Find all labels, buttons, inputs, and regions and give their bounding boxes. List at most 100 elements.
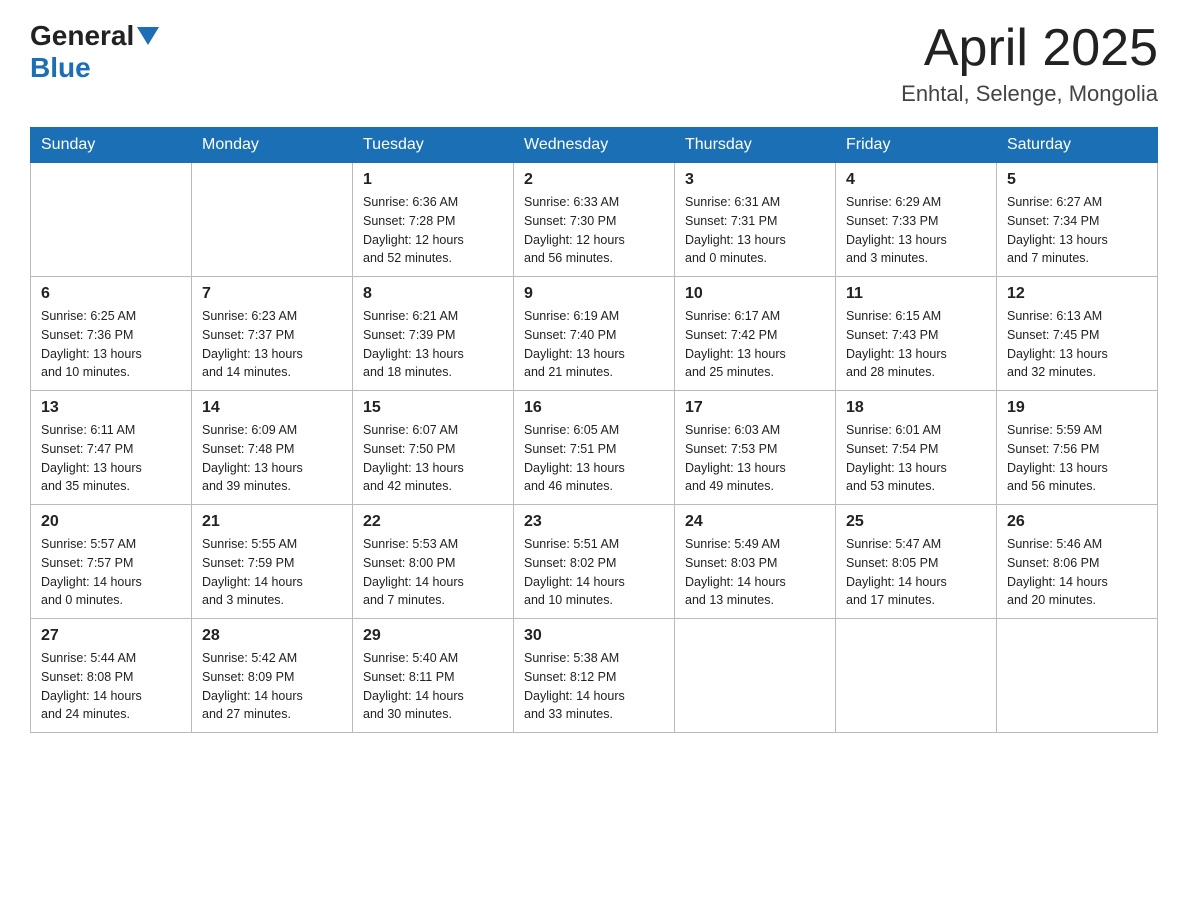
calendar-day-10: 10 Sunrise: 6:17 AM Sunset: 7:42 PM Dayli… — [675, 277, 836, 391]
calendar-week-row: 27 Sunrise: 5:44 AM Sunset: 8:08 PM Dayli… — [31, 619, 1158, 733]
day-number: 16 — [524, 399, 664, 417]
day-info: Sunrise: 6:21 AM Sunset: 7:39 PM Dayligh… — [363, 307, 503, 382]
day-number: 30 — [524, 627, 664, 645]
calendar-header-sunday: Sunday — [31, 128, 192, 163]
calendar-day-12: 12 Sunrise: 6:13 AM Sunset: 7:45 PM Dayli… — [997, 277, 1158, 391]
day-info: Sunrise: 5:59 AM Sunset: 7:56 PM Dayligh… — [1007, 421, 1147, 496]
calendar-day-6: 6 Sunrise: 6:25 AM Sunset: 7:36 PM Daylig… — [31, 277, 192, 391]
calendar-header-monday: Monday — [192, 128, 353, 163]
calendar-empty-cell — [836, 619, 997, 733]
day-info: Sunrise: 5:38 AM Sunset: 8:12 PM Dayligh… — [524, 649, 664, 724]
day-number: 29 — [363, 627, 503, 645]
calendar-header-row: SundayMondayTuesdayWednesdayThursdayFrid… — [31, 128, 1158, 163]
calendar-day-9: 9 Sunrise: 6:19 AM Sunset: 7:40 PM Daylig… — [514, 277, 675, 391]
calendar-empty-cell — [31, 163, 192, 277]
day-info: Sunrise: 5:46 AM Sunset: 8:06 PM Dayligh… — [1007, 535, 1147, 610]
day-info: Sunrise: 6:19 AM Sunset: 7:40 PM Dayligh… — [524, 307, 664, 382]
day-info: Sunrise: 6:13 AM Sunset: 7:45 PM Dayligh… — [1007, 307, 1147, 382]
day-number: 20 — [41, 513, 181, 531]
logo-general-text: General — [30, 20, 134, 52]
day-number: 26 — [1007, 513, 1147, 531]
calendar-empty-cell — [192, 163, 353, 277]
day-number: 22 — [363, 513, 503, 531]
calendar-header-saturday: Saturday — [997, 128, 1158, 163]
day-number: 23 — [524, 513, 664, 531]
day-info: Sunrise: 6:31 AM Sunset: 7:31 PM Dayligh… — [685, 193, 825, 268]
day-info: Sunrise: 5:53 AM Sunset: 8:00 PM Dayligh… — [363, 535, 503, 610]
day-number: 2 — [524, 171, 664, 189]
day-number: 6 — [41, 285, 181, 303]
day-number: 21 — [202, 513, 342, 531]
calendar-day-11: 11Sunrise: 6:15 AM Sunset: 7:43 PM Dayli… — [836, 277, 997, 391]
day-number: 4 — [846, 171, 986, 189]
logo: General Blue — [30, 20, 159, 84]
day-info: Sunrise: 5:49 AM Sunset: 8:03 PM Dayligh… — [685, 535, 825, 610]
day-number: 17 — [685, 399, 825, 417]
day-info: Sunrise: 6:05 AM Sunset: 7:51 PM Dayligh… — [524, 421, 664, 496]
day-number: 13 — [41, 399, 181, 417]
day-info: Sunrise: 6:25 AM Sunset: 7:36 PM Dayligh… — [41, 307, 181, 382]
day-info: Sunrise: 5:40 AM Sunset: 8:11 PM Dayligh… — [363, 649, 503, 724]
day-number: 19 — [1007, 399, 1147, 417]
calendar-day-4: 4Sunrise: 6:29 AM Sunset: 7:33 PM Daylig… — [836, 163, 997, 277]
calendar-header-thursday: Thursday — [675, 128, 836, 163]
day-number: 25 — [846, 513, 986, 531]
day-info: Sunrise: 5:44 AM Sunset: 8:08 PM Dayligh… — [41, 649, 181, 724]
calendar-day-13: 13 Sunrise: 6:11 AM Sunset: 7:47 PM Dayli… — [31, 391, 192, 505]
calendar-header-friday: Friday — [836, 128, 997, 163]
calendar-header-wednesday: Wednesday — [514, 128, 675, 163]
day-info: Sunrise: 5:42 AM Sunset: 8:09 PM Dayligh… — [202, 649, 342, 724]
calendar-header-tuesday: Tuesday — [353, 128, 514, 163]
calendar-day-25: 25 Sunrise: 5:47 AM Sunset: 8:05 PM Dayli… — [836, 505, 997, 619]
day-info: Sunrise: 5:47 AM Sunset: 8:05 PM Dayligh… — [846, 535, 986, 610]
calendar-day-18: 18 Sunrise: 6:01 AM Sunset: 7:54 PM Dayli… — [836, 391, 997, 505]
page-header: General Blue April 2025 Enhtal, Selenge,… — [30, 20, 1158, 107]
day-number: 28 — [202, 627, 342, 645]
calendar-day-15: 15Sunrise: 6:07 AM Sunset: 7:50 PM Dayli… — [353, 391, 514, 505]
day-info: Sunrise: 5:51 AM Sunset: 8:02 PM Dayligh… — [524, 535, 664, 610]
calendar-day-21: 21Sunrise: 5:55 AM Sunset: 7:59 PM Dayli… — [192, 505, 353, 619]
logo-blue-text: Blue — [30, 52, 91, 83]
logo-triangle-icon — [137, 27, 159, 45]
day-info: Sunrise: 6:09 AM Sunset: 7:48 PM Dayligh… — [202, 421, 342, 496]
calendar-day-14: 14 Sunrise: 6:09 AM Sunset: 7:48 PM Dayli… — [192, 391, 353, 505]
calendar-empty-cell — [675, 619, 836, 733]
day-number: 12 — [1007, 285, 1147, 303]
calendar-day-22: 22 Sunrise: 5:53 AM Sunset: 8:00 PM Dayli… — [353, 505, 514, 619]
calendar-day-2: 2 Sunrise: 6:33 AM Sunset: 7:30 PM Daylig… — [514, 163, 675, 277]
calendar-day-24: 24 Sunrise: 5:49 AM Sunset: 8:03 PM Dayli… — [675, 505, 836, 619]
title-block: April 2025 Enhtal, Selenge, Mongolia — [901, 20, 1158, 107]
calendar-day-17: 17Sunrise: 6:03 AM Sunset: 7:53 PM Dayli… — [675, 391, 836, 505]
calendar-location: Enhtal, Selenge, Mongolia — [901, 81, 1158, 107]
day-info: Sunrise: 6:33 AM Sunset: 7:30 PM Dayligh… — [524, 193, 664, 268]
day-info: Sunrise: 6:01 AM Sunset: 7:54 PM Dayligh… — [846, 421, 986, 496]
day-number: 18 — [846, 399, 986, 417]
day-info: Sunrise: 6:17 AM Sunset: 7:42 PM Dayligh… — [685, 307, 825, 382]
calendar-day-1: 1Sunrise: 6:36 AM Sunset: 7:28 PM Daylig… — [353, 163, 514, 277]
day-number: 14 — [202, 399, 342, 417]
calendar-day-3: 3 Sunrise: 6:31 AM Sunset: 7:31 PM Daylig… — [675, 163, 836, 277]
calendar-day-29: 29 Sunrise: 5:40 AM Sunset: 8:11 PM Dayli… — [353, 619, 514, 733]
day-info: Sunrise: 6:27 AM Sunset: 7:34 PM Dayligh… — [1007, 193, 1147, 268]
day-number: 24 — [685, 513, 825, 531]
day-number: 11 — [846, 285, 986, 303]
calendar-title: April 2025 — [901, 20, 1158, 77]
day-info: Sunrise: 6:11 AM Sunset: 7:47 PM Dayligh… — [41, 421, 181, 496]
calendar-day-7: 7 Sunrise: 6:23 AM Sunset: 7:37 PM Daylig… — [192, 277, 353, 391]
day-number: 9 — [524, 285, 664, 303]
day-info: Sunrise: 6:23 AM Sunset: 7:37 PM Dayligh… — [202, 307, 342, 382]
calendar-week-row: 13 Sunrise: 6:11 AM Sunset: 7:47 PM Dayli… — [31, 391, 1158, 505]
day-number: 10 — [685, 285, 825, 303]
day-info: Sunrise: 5:57 AM Sunset: 7:57 PM Dayligh… — [41, 535, 181, 610]
calendar-empty-cell — [997, 619, 1158, 733]
day-number: 15 — [363, 399, 503, 417]
day-number: 27 — [41, 627, 181, 645]
day-info: Sunrise: 6:36 AM Sunset: 7:28 PM Dayligh… — [363, 193, 503, 268]
day-number: 8 — [363, 285, 503, 303]
day-number: 7 — [202, 285, 342, 303]
calendar-table: SundayMondayTuesdayWednesdayThursdayFrid… — [30, 127, 1158, 733]
day-number: 3 — [685, 171, 825, 189]
calendar-week-row: 20 Sunrise: 5:57 AM Sunset: 7:57 PM Dayli… — [31, 505, 1158, 619]
calendar-day-5: 5Sunrise: 6:27 AM Sunset: 7:34 PM Daylig… — [997, 163, 1158, 277]
calendar-day-26: 26 Sunrise: 5:46 AM Sunset: 8:06 PM Dayli… — [997, 505, 1158, 619]
